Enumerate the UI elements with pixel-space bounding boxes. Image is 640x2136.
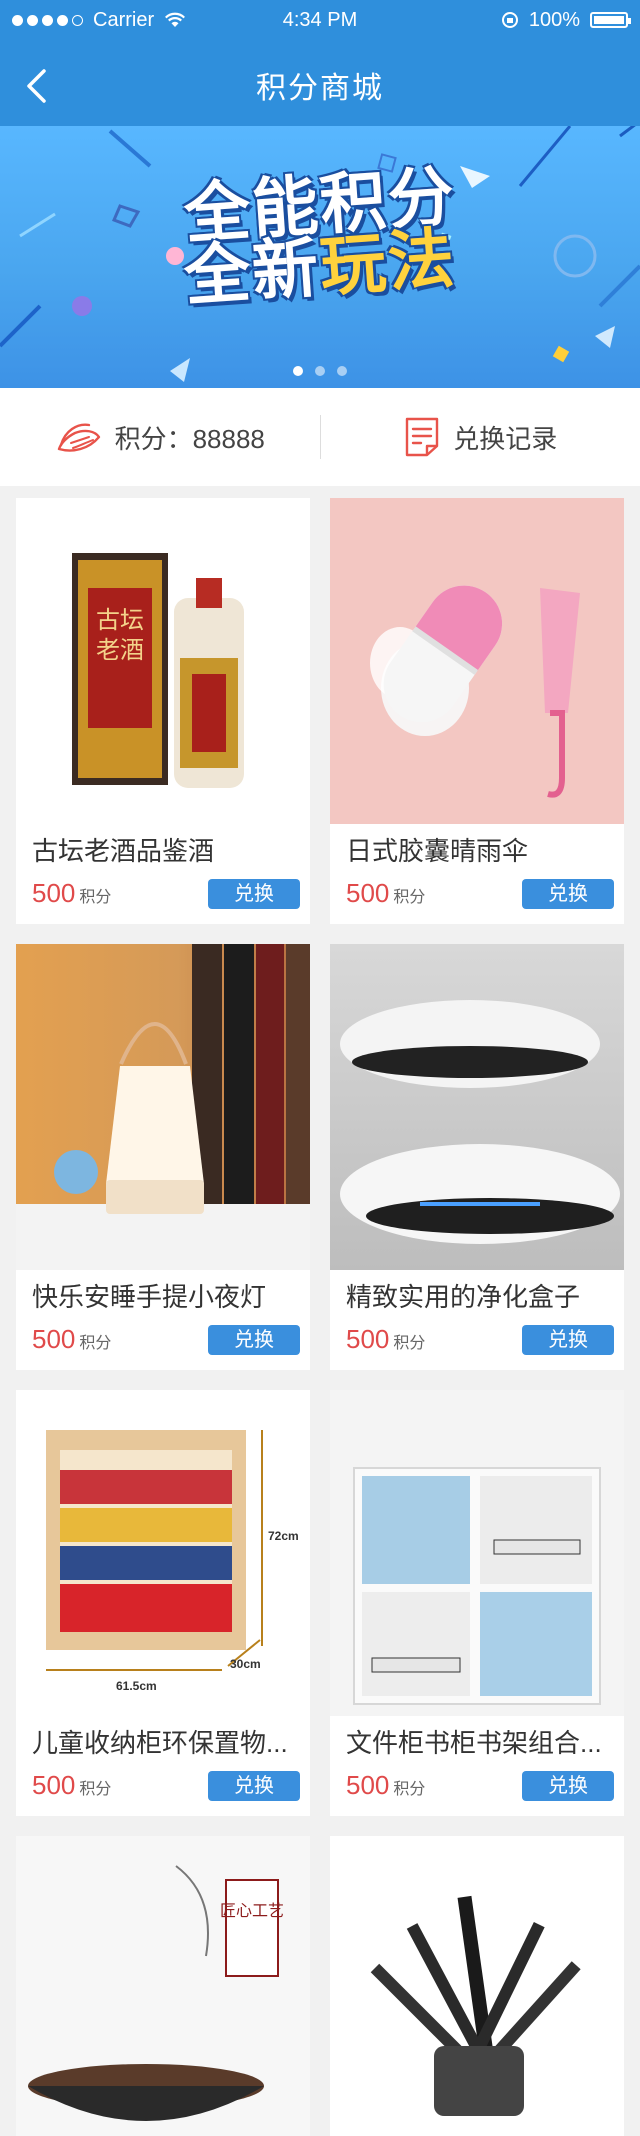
redeem-button[interactable]: 兑换 <box>522 878 614 909</box>
product-name: 精致实用的净化盒子 <box>346 1282 581 1312</box>
pager-dot[interactable] <box>293 366 303 376</box>
product-card[interactable]: 文件柜书柜书架组合... 500 积分 兑换 <box>330 1390 624 1816</box>
product-card[interactable]: 匠心工艺 <box>16 1836 310 2136</box>
clock: 4:34 PM <box>282 9 358 31</box>
product-price: 500 <box>346 878 390 908</box>
chevron-left-icon <box>27 69 46 103</box>
banner-pager[interactable] <box>0 366 640 376</box>
redeem-button[interactable]: 兑换 <box>522 1770 614 1801</box>
product-name: 古坛老酒品鉴酒 <box>32 836 215 866</box>
product-image-knife-set <box>330 1836 624 2136</box>
points-balance: 积分：88888 <box>0 419 320 456</box>
product-price: 500 <box>32 1324 76 1354</box>
product-name: 日式胶囊晴雨伞 <box>346 836 529 866</box>
price-unit: 积分 <box>393 1335 426 1352</box>
page-title: 积分商城 <box>256 72 384 105</box>
back-button[interactable] <box>16 66 56 106</box>
product-price: 500 <box>346 1324 390 1354</box>
product-grid: 古坛 老酒 古坛老酒品鉴酒 500 积分 兑换 日式胶囊晴雨伞 500 积分 兑… <box>0 498 640 2136</box>
product-card[interactable]: 精致实用的净化盒子 500 积分 兑换 <box>330 944 624 1370</box>
seal-text: 匠心工艺 <box>220 1902 284 1920</box>
product-name: 儿童收纳柜环保置物... <box>32 1728 288 1758</box>
svg-text:古坛: 古坛 <box>96 607 144 634</box>
svg-text:老酒: 老酒 <box>96 637 144 664</box>
shelf-height-label: 72cm <box>268 1529 299 1543</box>
battery-icon <box>590 12 631 28</box>
redeem-history-label: 兑换记录 <box>453 423 558 454</box>
shelf-depth-label: 30cm <box>230 1657 261 1671</box>
pager-dot[interactable] <box>337 366 347 376</box>
product-price: 500 <box>32 878 76 908</box>
redeem-history-link[interactable]: 兑换记录 <box>321 416 640 458</box>
product-image-wok: 匠心工艺 <box>16 1836 310 2136</box>
nav-bar: 积分商城 <box>0 44 640 126</box>
product-card[interactable]: 快乐安睡手提小夜灯 500 积分 兑换 <box>16 944 310 1370</box>
status-bar: Carrier 4:34 PM 100% <box>0 0 640 40</box>
record-document-icon <box>406 417 439 457</box>
product-card[interactable] <box>330 1836 624 2136</box>
product-image-cabinet <box>330 1390 624 1716</box>
product-price: 500 <box>32 1770 76 1800</box>
price-unit: 积分 <box>79 1335 112 1352</box>
points-bar: 积分：88888 兑换记录 <box>0 388 640 486</box>
product-image-purifier <box>330 944 624 1270</box>
price-unit: 积分 <box>79 1781 112 1798</box>
header: Carrier 4:34 PM 100% 积分商城 <box>0 0 640 126</box>
product-name: 快乐安睡手提小夜灯 <box>32 1282 267 1312</box>
product-image-lamp <box>16 944 310 1270</box>
product-image-liquor: 古坛 老酒 <box>16 498 310 824</box>
product-image-shelf: 72cm 61.5cm 30cm <box>16 1390 310 1716</box>
price-unit: 积分 <box>393 889 426 906</box>
promo-banner[interactable]: 全能积分 全新玩法 <box>0 126 640 388</box>
shelf-width-label: 61.5cm <box>116 1679 157 1693</box>
product-card[interactable]: 日式胶囊晴雨伞 500 积分 兑换 <box>330 498 624 924</box>
redeem-button[interactable]: 兑换 <box>208 878 300 909</box>
redeem-button[interactable]: 兑换 <box>208 1770 300 1801</box>
product-name: 文件柜书柜书架组合... <box>346 1728 602 1758</box>
price-unit: 积分 <box>79 889 112 906</box>
product-card[interactable]: 古坛 老酒 古坛老酒品鉴酒 500 积分 兑换 <box>16 498 310 924</box>
banner-headline: 全能积分 全新玩法 <box>0 159 640 314</box>
banner-line-2a: 全新 <box>181 230 323 314</box>
product-card[interactable]: 72cm 61.5cm 30cm 儿童收纳柜环保置物... 500 积分 兑换 <box>16 1390 310 1816</box>
points-coin-icon <box>57 423 100 452</box>
redeem-button[interactable]: 兑换 <box>208 1324 300 1355</box>
pager-dot[interactable] <box>315 366 325 376</box>
banner-line-2b: 玩法 <box>317 220 459 304</box>
points-label: 积分：88888 <box>114 423 265 454</box>
price-unit: 积分 <box>393 1781 426 1798</box>
product-image-umbrella <box>330 498 624 824</box>
redeem-button[interactable]: 兑换 <box>522 1324 614 1355</box>
product-price: 500 <box>346 1770 390 1800</box>
